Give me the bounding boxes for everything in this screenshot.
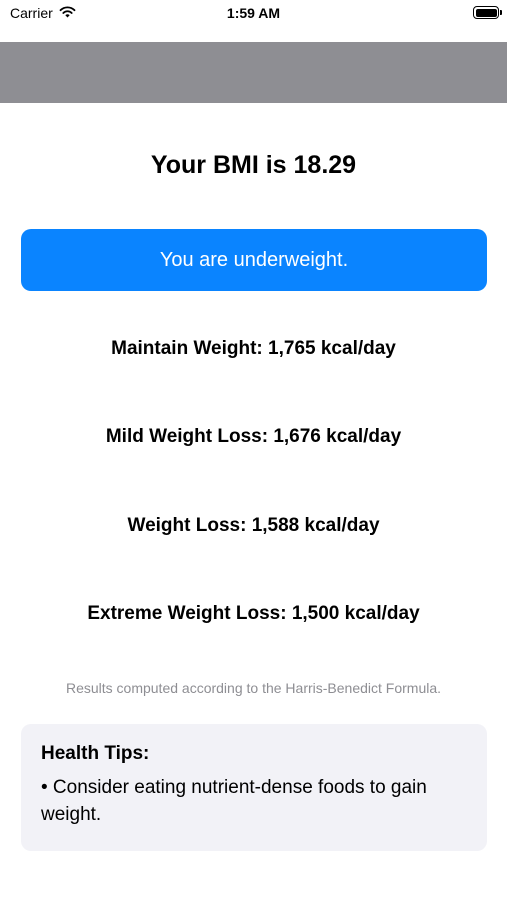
status-bar: Carrier 1:59 AM bbox=[0, 0, 507, 28]
health-tips-card: Health Tips: • Consider eating nutrient-… bbox=[21, 724, 487, 851]
health-tips-title: Health Tips: bbox=[41, 743, 150, 764]
bmi-result-title: Your BMI is 18.29 bbox=[150, 151, 357, 179]
mild-weight-loss-calories: Mild Weight Loss: 1,676 kcal/day bbox=[105, 426, 402, 447]
health-tip-item: • Consider eating nutrient-dense foods t… bbox=[41, 777, 427, 825]
weight-loss-calories: Weight Loss: 1,588 kcal/day bbox=[127, 515, 380, 536]
maintain-weight-calories: Maintain Weight: 1,765 kcal/day bbox=[111, 338, 396, 359]
status-time: 1:59 AM bbox=[226, 5, 281, 21]
extreme-weight-loss-calories: Extreme Weight Loss: 1,500 kcal/day bbox=[87, 603, 420, 624]
formula-note: Results computed according to the Harris… bbox=[65, 680, 442, 696]
navigation-bar bbox=[0, 42, 507, 103]
bmi-category-banner: You are underweight. bbox=[21, 229, 487, 291]
battery-icon bbox=[473, 6, 502, 19]
